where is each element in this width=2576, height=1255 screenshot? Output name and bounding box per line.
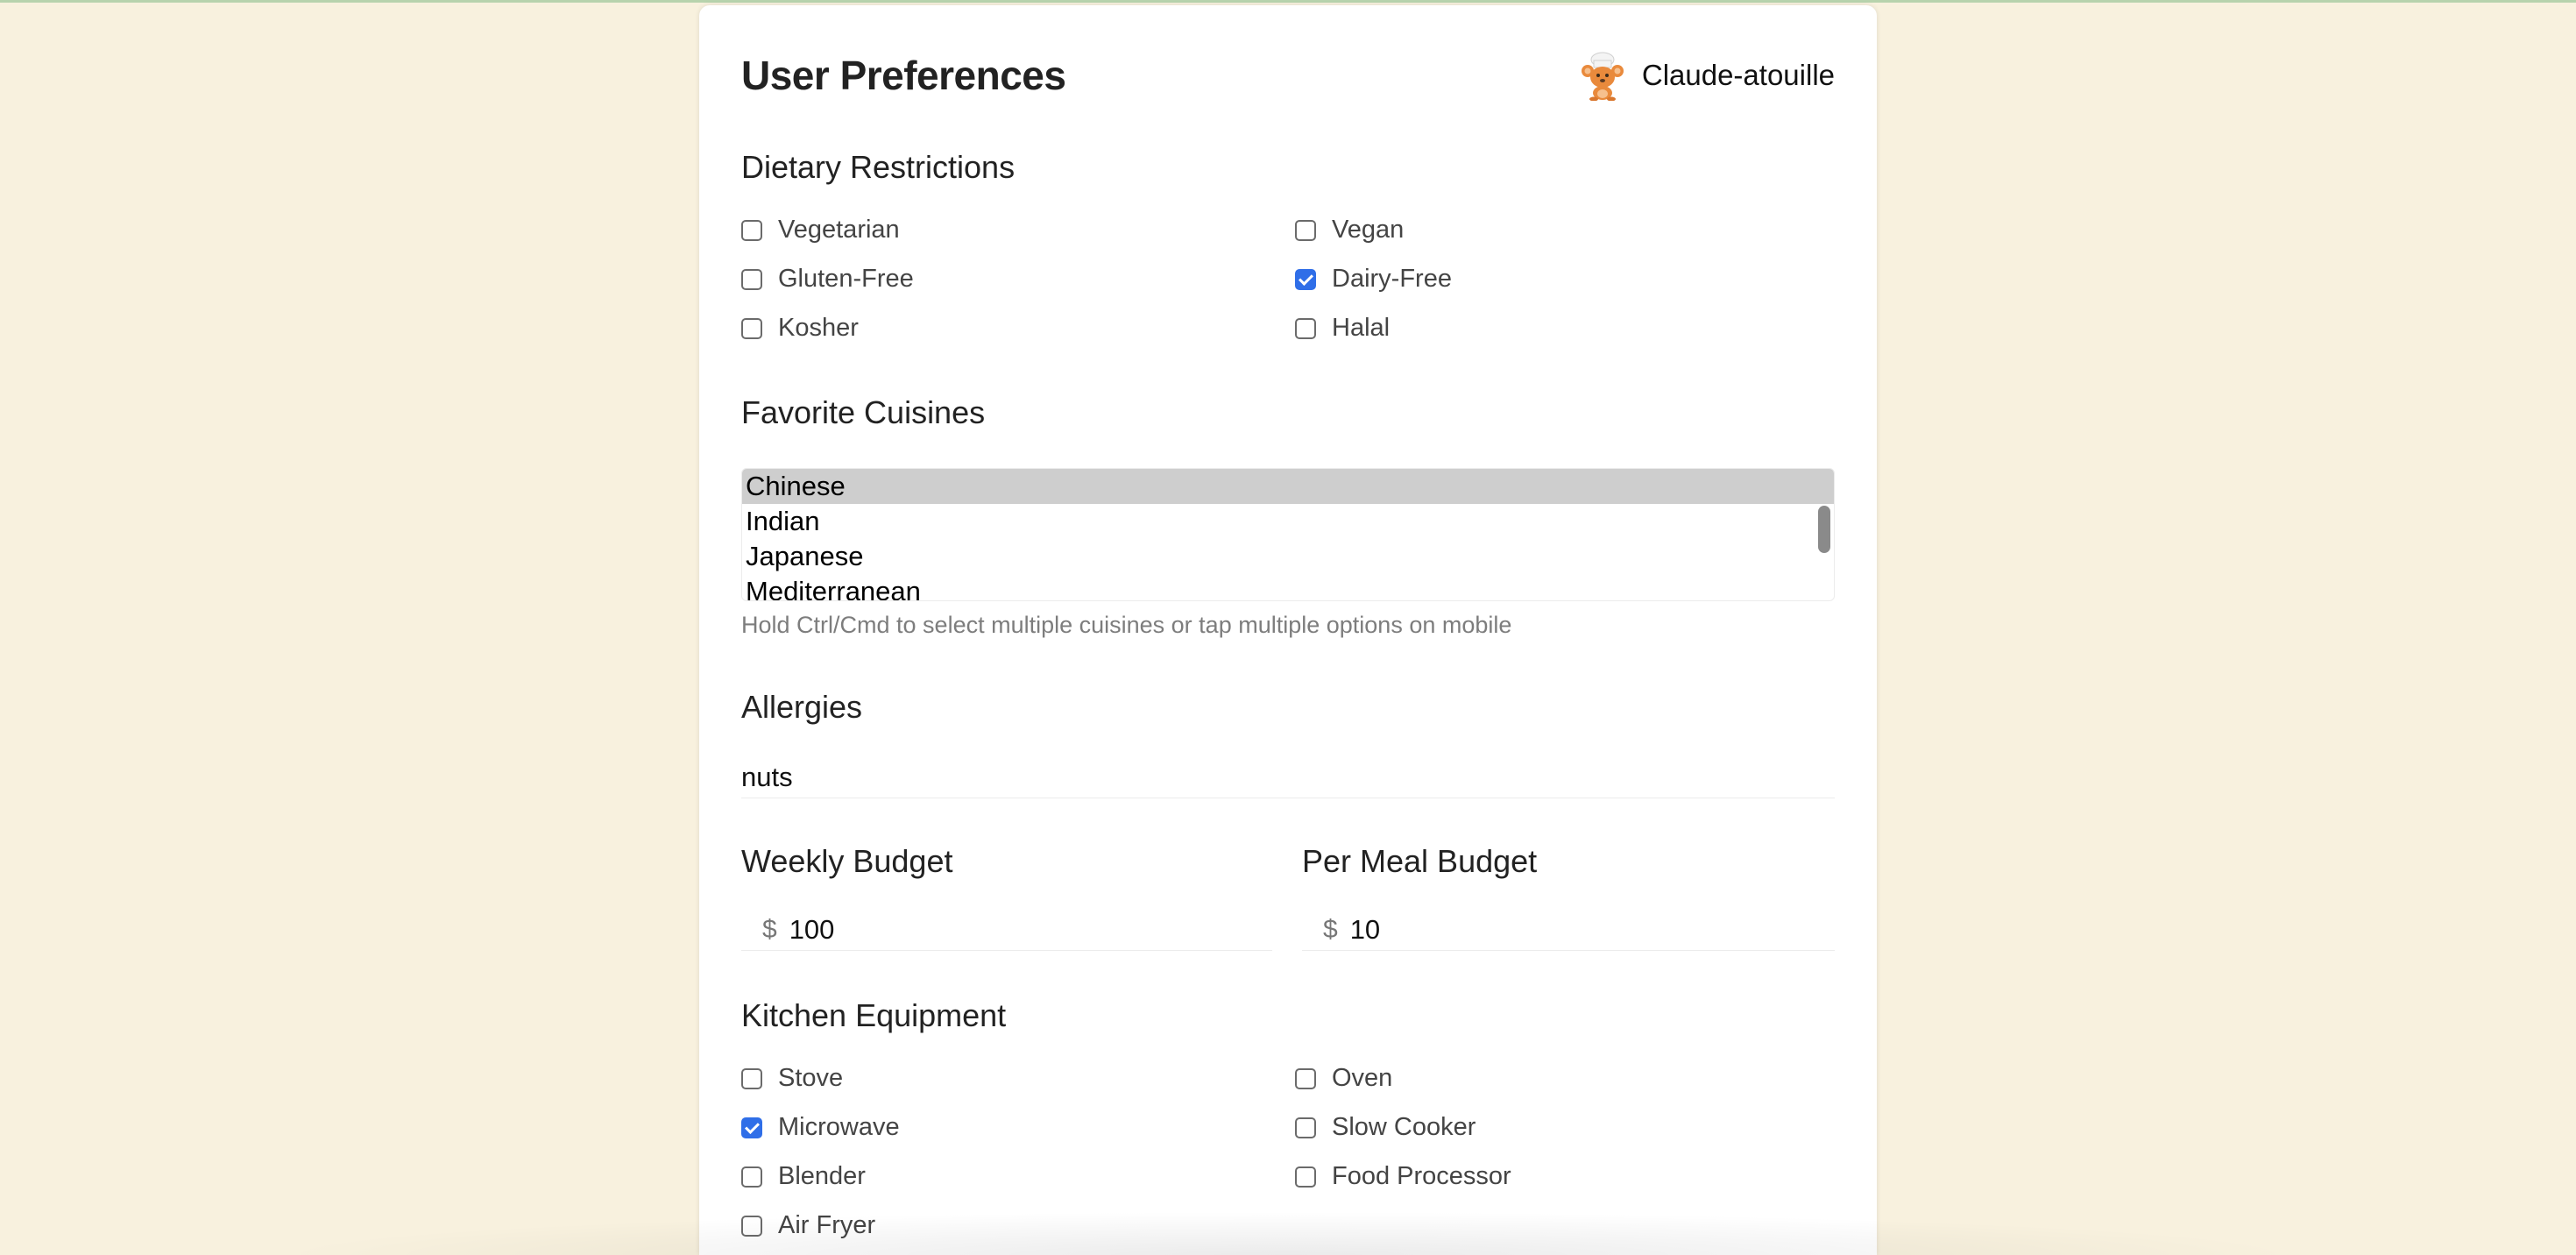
cuisine-option-japanese[interactable]: Japanese bbox=[742, 539, 1834, 574]
cuisine-option-mediterranean[interactable]: Mediterranean bbox=[742, 574, 1834, 600]
equipment-option-blender[interactable]: Blender bbox=[741, 1162, 866, 1191]
dollar-sign: $ bbox=[1323, 915, 1338, 944]
kitchen-equipment-title: Kitchen Equipment bbox=[741, 997, 1007, 1033]
checkbox-label: Oven bbox=[1332, 1064, 1393, 1092]
listbox-scrollbar[interactable] bbox=[1818, 506, 1830, 553]
cuisine-option-indian[interactable]: Indian bbox=[742, 504, 1834, 539]
per-meal-budget-input[interactable]: $ 10 bbox=[1302, 910, 1835, 951]
checkbox-label: Kosher bbox=[778, 314, 859, 342]
checkbox-checked[interactable] bbox=[741, 1117, 762, 1138]
cuisine-option-chinese[interactable]: Chinese bbox=[742, 469, 1834, 504]
header: User Preferences Claude-atouille bbox=[741, 44, 1835, 107]
dietary-option-gluten-free[interactable]: Gluten-Free bbox=[741, 265, 914, 294]
checkbox[interactable] bbox=[741, 317, 762, 339]
equipment-option-air-fryer[interactable]: Air Fryer bbox=[741, 1211, 875, 1240]
checkbox-label: Air Fryer bbox=[778, 1211, 876, 1239]
favorite-cuisines-title: Favorite Cuisines bbox=[741, 394, 986, 430]
checkbox-label: Blender bbox=[778, 1162, 866, 1190]
allergies-input[interactable]: nuts bbox=[741, 757, 1835, 798]
weekly-budget-title: Weekly Budget bbox=[741, 843, 953, 879]
dietary-option-halal[interactable]: Halal bbox=[1295, 314, 1390, 343]
checkbox[interactable] bbox=[741, 1067, 762, 1089]
checkbox[interactable] bbox=[1295, 1067, 1316, 1089]
equipment-option-stove[interactable]: Stove bbox=[741, 1064, 843, 1093]
dietary-option-dairy-free[interactable]: Dairy-Free bbox=[1295, 265, 1452, 294]
user-name: Claude-atouille bbox=[1641, 59, 1835, 91]
checkbox[interactable] bbox=[741, 219, 762, 241]
equipment-option-slow-cooker[interactable]: Slow Cooker bbox=[1295, 1113, 1476, 1142]
weekly-budget-value: 100 bbox=[789, 914, 835, 945]
checkbox-label: Food Processor bbox=[1332, 1162, 1511, 1190]
user-profile[interactable]: Claude-atouille bbox=[1577, 50, 1835, 101]
page-title: User Preferences bbox=[741, 53, 1066, 98]
dietary-option-vegan[interactable]: Vegan bbox=[1295, 216, 1404, 245]
equipment-option-food-processor[interactable]: Food Processor bbox=[1295, 1162, 1511, 1191]
checkbox-label: Vegetarian bbox=[778, 216, 900, 244]
dietary-option-kosher[interactable]: Kosher bbox=[741, 314, 859, 343]
checkbox[interactable] bbox=[741, 1215, 762, 1237]
per-meal-budget-title: Per Meal Budget bbox=[1302, 843, 1538, 879]
equipment-option-microwave[interactable]: Microwave bbox=[741, 1113, 900, 1142]
top-border bbox=[0, 0, 2576, 3]
weekly-budget-input[interactable]: $ 100 bbox=[741, 910, 1272, 951]
dollar-sign: $ bbox=[762, 915, 777, 944]
equipment-option-oven[interactable]: Oven bbox=[1295, 1064, 1392, 1093]
checkbox[interactable] bbox=[741, 1166, 762, 1188]
checkbox[interactable] bbox=[741, 268, 762, 290]
checkbox-label: Microwave bbox=[778, 1113, 900, 1141]
checkbox[interactable] bbox=[1295, 317, 1316, 339]
chef-mouse-avatar-icon bbox=[1581, 52, 1624, 101]
checkbox-label: Dairy-Free bbox=[1332, 265, 1452, 293]
checkbox[interactable] bbox=[1295, 1166, 1316, 1188]
checkbox-label: Vegan bbox=[1332, 216, 1405, 244]
cuisines-hint: Hold Ctrl/Cmd to select multiple cuisine… bbox=[741, 612, 1512, 638]
allergies-title: Allergies bbox=[741, 689, 863, 725]
checkbox-label: Halal bbox=[1332, 314, 1391, 342]
dietary-option-vegetarian[interactable]: Vegetarian bbox=[741, 216, 900, 245]
checkbox[interactable] bbox=[1295, 219, 1316, 241]
cuisines-listbox[interactable]: Chinese Indian Japanese Mediterranean bbox=[741, 468, 1835, 601]
preferences-card: User Preferences Claude-atouille Dietary… bbox=[699, 5, 1877, 1255]
checkbox-label: Stove bbox=[778, 1064, 844, 1092]
checkbox[interactable] bbox=[1295, 1117, 1316, 1138]
dietary-restrictions-title: Dietary Restrictions bbox=[741, 149, 1016, 185]
per-meal-budget-value: 10 bbox=[1349, 914, 1381, 945]
checkbox-label: Slow Cooker bbox=[1332, 1113, 1476, 1141]
checkbox-label: Gluten-Free bbox=[778, 265, 914, 293]
checkbox-checked[interactable] bbox=[1295, 268, 1316, 290]
